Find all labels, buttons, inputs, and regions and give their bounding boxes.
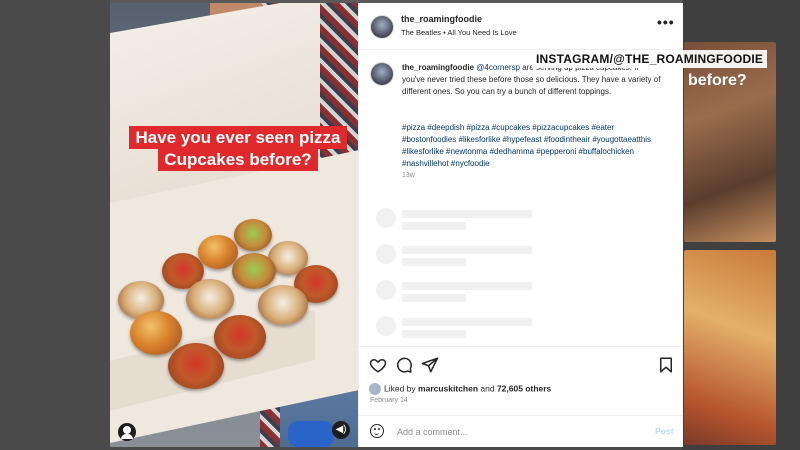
pizza-cupcake <box>258 285 308 325</box>
comments-section: the_roamingfoodie @4cornersp are serving… <box>359 50 683 346</box>
user-tag-icon[interactable] <box>118 423 136 441</box>
header-username[interactable]: the_roamingfoodie <box>401 14 482 24</box>
post-button[interactable]: Post <box>655 426 673 436</box>
left-backdrop <box>0 0 110 450</box>
heart-icon[interactable] <box>369 356 387 374</box>
more-icon[interactable]: ••• <box>657 14 675 30</box>
background-post-tile: before? <box>684 42 776 242</box>
shoe <box>288 421 334 447</box>
watermark: INSTAGRAM/@THE_ROAMINGFOODIE <box>532 50 768 68</box>
overlay-caption-line: Cupcakes before? <box>158 148 318 171</box>
bookmark-icon[interactable] <box>657 356 675 374</box>
pizza-cupcake <box>168 343 224 389</box>
post-header: the_roamingfoodie The Beatles • All You … <box>359 3 683 50</box>
liked-by-user[interactable]: marcuskitchen <box>418 383 478 393</box>
liked-by-and: and <box>478 383 497 394</box>
pizza-cupcake <box>232 253 276 289</box>
background-tile-text: before? <box>688 72 747 89</box>
post-sidebar: the_roamingfoodie The Beatles • All You … <box>358 3 683 447</box>
pizza-cupcake <box>198 235 238 269</box>
pizza-cupcake <box>130 311 182 355</box>
caption-age: 13w <box>402 172 415 179</box>
emoji-icon[interactable] <box>370 424 384 438</box>
caption-username[interactable]: the_roamingfoodie <box>402 63 474 72</box>
comment-input[interactable] <box>395 423 639 441</box>
comment-icon[interactable] <box>395 356 413 374</box>
post-actions: Liked by marcuskitchen and 72,605 others… <box>359 346 683 409</box>
pizza-cupcake <box>234 219 272 251</box>
avatar[interactable] <box>369 383 381 395</box>
avatar[interactable] <box>370 15 394 39</box>
liked-by-prefix: Liked by <box>384 383 419 394</box>
pizza-cupcake <box>186 279 234 319</box>
share-icon[interactable] <box>421 356 439 374</box>
overlay-caption: Have you ever seen pizza Cupcakes before… <box>128 126 348 171</box>
add-comment-bar: Post <box>359 415 683 448</box>
liked-by-count[interactable]: 72,605 others <box>497 383 551 393</box>
post-date[interactable]: February 14 <box>370 397 408 404</box>
post-media[interactable]: Have you ever seen pizza Cupcakes before… <box>110 3 358 447</box>
mute-icon[interactable]: ◀) <box>332 421 350 439</box>
overlay-caption-line: Have you ever seen pizza <box>129 126 347 149</box>
pizza-cupcake <box>214 315 266 359</box>
avatar[interactable] <box>370 62 394 86</box>
background-post-tile <box>684 250 776 445</box>
hashtags[interactable]: #pizza #deepdish #pizza #cupcakes #pizza… <box>402 122 664 170</box>
likes-summary: Liked by marcuskitchen and 72,605 others <box>369 383 551 395</box>
caption-mention[interactable]: @4cornersp <box>476 63 520 72</box>
audio-label[interactable]: The Beatles • All You Need Is Love <box>401 28 517 37</box>
